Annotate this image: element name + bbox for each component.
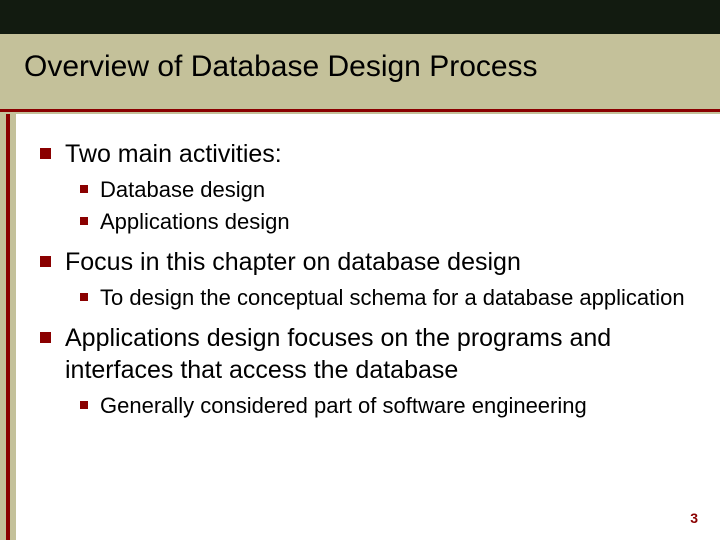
square-bullet-icon bbox=[80, 401, 88, 409]
list-item: Applications design focuses on the progr… bbox=[40, 322, 690, 386]
top-dark-bar bbox=[0, 0, 720, 34]
square-bullet-icon bbox=[40, 332, 51, 343]
list-item: Focus in this chapter on database design bbox=[40, 246, 690, 278]
bullet-text: Generally considered part of software en… bbox=[100, 392, 587, 420]
bullet-text: Focus in this chapter on database design bbox=[65, 246, 521, 278]
list-item: Applications design bbox=[80, 208, 690, 236]
bullet-text: Applications design focuses on the progr… bbox=[65, 322, 690, 386]
bullet-text: Applications design bbox=[100, 208, 290, 236]
square-bullet-icon bbox=[80, 217, 88, 225]
slide-number: 3 bbox=[690, 510, 698, 526]
list-item: Database design bbox=[80, 176, 690, 204]
bullet-text: Database design bbox=[100, 176, 265, 204]
slide-title: Overview of Database Design Process bbox=[24, 50, 696, 84]
square-bullet-icon bbox=[80, 293, 88, 301]
bullet-text: To design the conceptual schema for a da… bbox=[100, 284, 685, 312]
square-bullet-icon bbox=[40, 148, 51, 159]
left-stripe-accent bbox=[6, 114, 10, 540]
square-bullet-icon bbox=[40, 256, 51, 267]
list-item: To design the conceptual schema for a da… bbox=[80, 284, 690, 312]
square-bullet-icon bbox=[80, 185, 88, 193]
list-item: Generally considered part of software en… bbox=[80, 392, 690, 420]
slide: Overview of Database Design Process Two … bbox=[0, 0, 720, 540]
title-container: Overview of Database Design Process bbox=[24, 50, 696, 98]
content-area: Two main activities: Database design App… bbox=[40, 128, 690, 500]
title-underline bbox=[0, 109, 720, 112]
bullet-text: Two main activities: bbox=[65, 138, 282, 170]
list-item: Two main activities: bbox=[40, 138, 690, 170]
